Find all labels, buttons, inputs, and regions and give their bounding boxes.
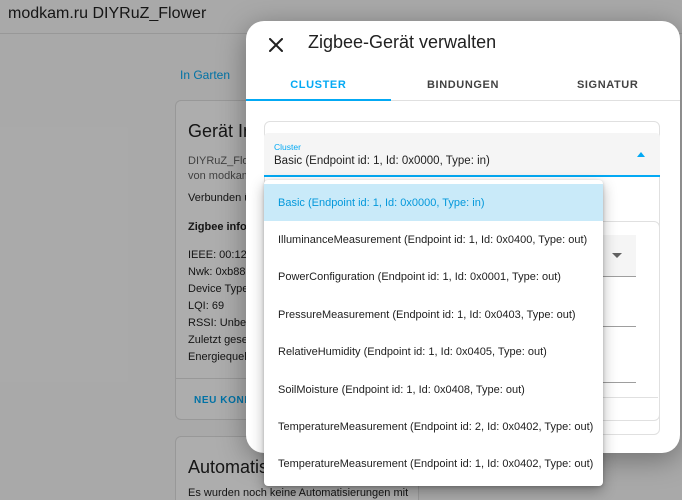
cluster-options-menu: Basic (Endpoint id: 1, Id: 0x0000, Type:… bbox=[264, 180, 603, 486]
attribute-field-underline bbox=[602, 382, 636, 383]
card-divider bbox=[600, 397, 658, 398]
cluster-select-value: Basic (Endpoint id: 1, Id: 0x0000, Type:… bbox=[274, 155, 490, 167]
tab-bindings[interactable]: BINDUNGEN bbox=[391, 69, 536, 100]
dialog-tabs: CLUSTER BINDUNGEN SIGNATUR bbox=[246, 69, 680, 101]
cluster-option[interactable]: Basic (Endpoint id: 1, Id: 0x0000, Type:… bbox=[264, 184, 603, 222]
cluster-option[interactable]: TemperatureMeasurement (Endpoint id: 2, … bbox=[264, 408, 603, 445]
dialog-title: Zigbee-Gerät verwalten bbox=[308, 32, 497, 52]
arrow-up-icon bbox=[637, 152, 645, 157]
cluster-option[interactable]: PowerConfiguration (Endpoint id: 1, Id: … bbox=[264, 259, 603, 296]
cluster-select[interactable]: Cluster Basic (Endpoint id: 1, Id: 0x000… bbox=[264, 133, 660, 177]
attribute-field-underline bbox=[602, 326, 636, 327]
attribute-select[interactable] bbox=[602, 235, 636, 277]
cluster-option[interactable]: IlluminanceMeasurement (Endpoint id: 1, … bbox=[264, 221, 603, 258]
tab-signature[interactable]: SIGNATUR bbox=[535, 69, 680, 100]
cluster-option[interactable]: PressureMeasurement (Endpoint id: 1, Id:… bbox=[264, 296, 603, 333]
close-button[interactable] bbox=[264, 33, 288, 57]
cluster-option[interactable]: TemperatureMeasurement (Endpoint id: 1, … bbox=[264, 446, 603, 483]
cluster-select-label: Cluster bbox=[274, 142, 301, 152]
tab-cluster[interactable]: CLUSTER bbox=[246, 69, 391, 101]
cluster-option[interactable]: SoilMoisture (Endpoint id: 1, Id: 0x0408… bbox=[264, 371, 603, 408]
close-icon bbox=[269, 38, 283, 52]
chevron-down-icon bbox=[612, 253, 622, 258]
cluster-option[interactable]: RelativeHumidity (Endpoint id: 1, Id: 0x… bbox=[264, 334, 603, 371]
